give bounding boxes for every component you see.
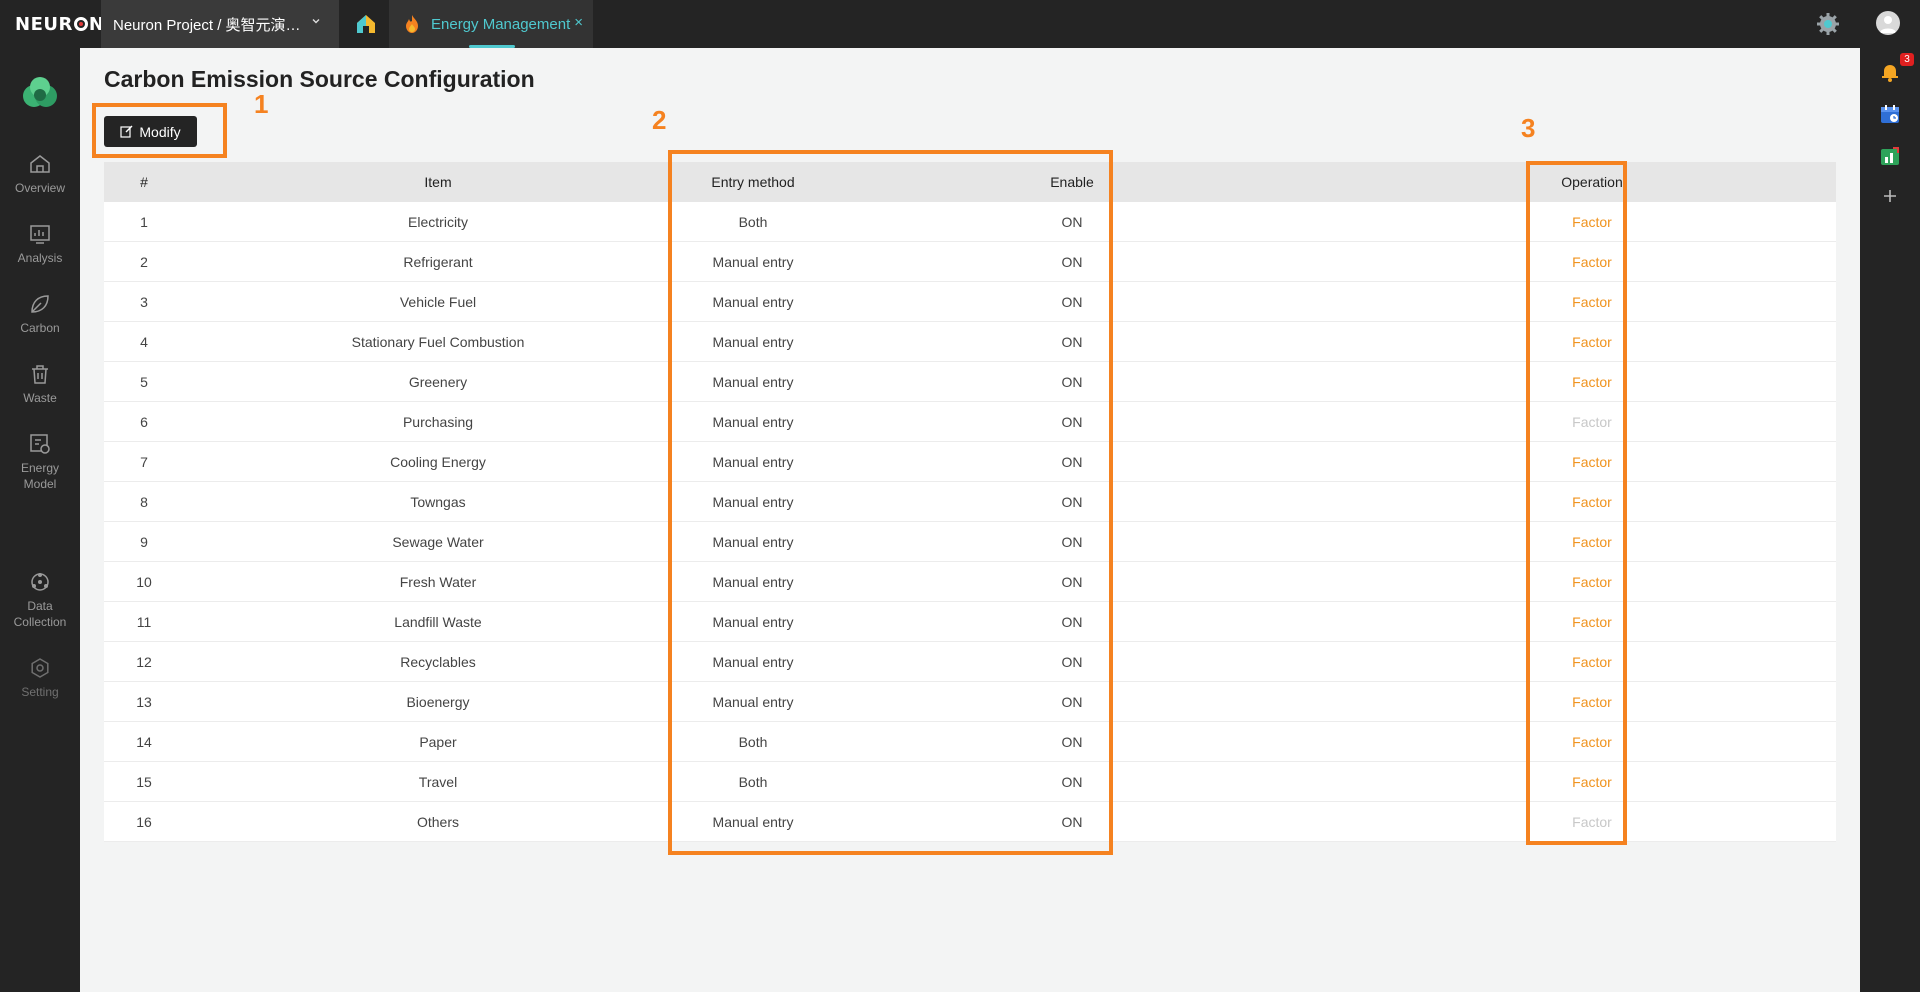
row-item: Electricity xyxy=(408,214,468,230)
row-item: Refrigerant xyxy=(403,254,473,270)
row-num: 5 xyxy=(140,374,148,390)
leaf-icon xyxy=(31,295,49,313)
energy-management-tab[interactable]: Energy Management × xyxy=(389,0,593,48)
row-num: 4 xyxy=(140,334,148,350)
row-num: 8 xyxy=(140,494,148,510)
logo-text-start: NEUR xyxy=(15,13,73,35)
row-item: Recyclables xyxy=(400,654,476,670)
row-item: Vehicle Fuel xyxy=(399,294,477,310)
flame-icon xyxy=(403,14,421,34)
row-num: 2 xyxy=(140,254,148,270)
sidebar-item-overview[interactable]: Overview xyxy=(0,152,80,196)
row-item: Bioenergy xyxy=(406,694,470,710)
sidebar-item-label: Model xyxy=(23,477,57,491)
row-num: 10 xyxy=(136,574,152,590)
chevron-down-icon xyxy=(311,16,321,29)
home-tab[interactable] xyxy=(345,0,387,48)
header-num: # xyxy=(140,174,148,190)
sidebar-item-data-collection[interactable]: Data Collection xyxy=(0,570,80,630)
annotation-label-1: 1 xyxy=(254,89,269,119)
sidebar-item-label: Waste xyxy=(23,391,57,405)
settings-gear-icon[interactable] xyxy=(1816,12,1840,36)
house-icon xyxy=(357,15,375,33)
annotation-box-2 xyxy=(668,150,1113,855)
plus-icon[interactable] xyxy=(1878,184,1902,208)
row-item: Purchasing xyxy=(402,414,474,430)
row-num: 7 xyxy=(140,454,148,470)
row-item: Towngas xyxy=(410,494,466,510)
stats-icon[interactable] xyxy=(1878,144,1902,168)
sidebar-item-label: Analysis xyxy=(17,251,63,265)
row-item: Travel xyxy=(418,774,458,790)
row-item: Paper xyxy=(419,734,457,750)
row-num: 3 xyxy=(140,294,148,310)
annotation-label-3: 3 xyxy=(1521,113,1536,143)
row-num: 16 xyxy=(136,814,152,830)
active-tab-indicator xyxy=(469,45,515,48)
calendar-icon[interactable] xyxy=(1878,102,1902,126)
row-item: Landfill Waste xyxy=(394,614,482,630)
model-icon xyxy=(30,434,50,454)
row-item: Fresh Water xyxy=(399,574,477,590)
row-item: Others xyxy=(416,814,459,830)
trash-icon xyxy=(32,365,48,384)
right-rail xyxy=(1860,48,1920,992)
sidebar-item-label: Overview xyxy=(14,181,65,195)
sidebar-item-waste[interactable]: Waste xyxy=(0,362,80,406)
page-title: Carbon Emission Source Configuration xyxy=(104,66,535,92)
sidebar-item-setting[interactable]: Setting xyxy=(0,656,80,700)
annotation-box-3 xyxy=(1526,161,1627,845)
row-num: 11 xyxy=(136,614,152,630)
sidebar-item-energy-model[interactable]: Energy Model xyxy=(0,432,80,492)
energy-tab-label: Energy Management xyxy=(431,15,571,33)
neuron-logo[interactable]: NEUR N xyxy=(15,0,104,48)
collection-icon xyxy=(31,573,49,591)
sidebar-item-label: Carbon xyxy=(20,321,60,335)
row-num: 15 xyxy=(136,774,152,790)
chart-icon xyxy=(30,225,50,244)
notification-badge: 3 xyxy=(1900,53,1914,66)
row-num: 13 xyxy=(136,694,152,710)
row-item: Sewage Water xyxy=(392,534,484,550)
annotation-label-2: 2 xyxy=(652,105,667,135)
row-num: 1 xyxy=(140,214,148,230)
home-icon xyxy=(30,155,50,173)
logo-o-mark xyxy=(73,17,88,31)
annotation-box-1 xyxy=(92,103,227,158)
left-sidebar: Overview Analysis Carbon Waste Energy Mo… xyxy=(0,48,80,992)
row-item: Greenery xyxy=(408,374,468,390)
row-num: 12 xyxy=(136,654,152,670)
setting-icon xyxy=(31,658,49,678)
sidebar-item-analysis[interactable]: Analysis xyxy=(0,222,80,266)
sidebar-item-label: Data xyxy=(27,599,53,613)
header-item: Item xyxy=(424,174,452,190)
row-item: Cooling Energy xyxy=(390,454,486,470)
row-num: 6 xyxy=(140,414,148,430)
user-avatar[interactable] xyxy=(1876,11,1900,35)
top-bar: NEUR N Neuron Project / 奥智元演… Energy Mana… xyxy=(0,0,1920,48)
bell-icon[interactable] xyxy=(1878,60,1902,84)
close-icon[interactable]: × xyxy=(574,14,583,31)
sidebar-item-label: Collection xyxy=(13,615,67,629)
sidebar-item-label: Setting xyxy=(21,685,59,699)
project-selector-label: Neuron Project / 奥智元演… xyxy=(113,16,301,34)
sidebar-item-carbon[interactable]: Carbon xyxy=(0,292,80,336)
sidebar-item-label: Energy xyxy=(20,461,60,475)
row-num: 14 xyxy=(136,734,152,750)
app-logo-icon[interactable] xyxy=(20,74,60,114)
row-item: Stationary Fuel Combustion xyxy=(351,334,525,350)
project-selector[interactable]: Neuron Project / 奥智元演… xyxy=(101,0,339,48)
row-num: 9 xyxy=(140,534,148,550)
